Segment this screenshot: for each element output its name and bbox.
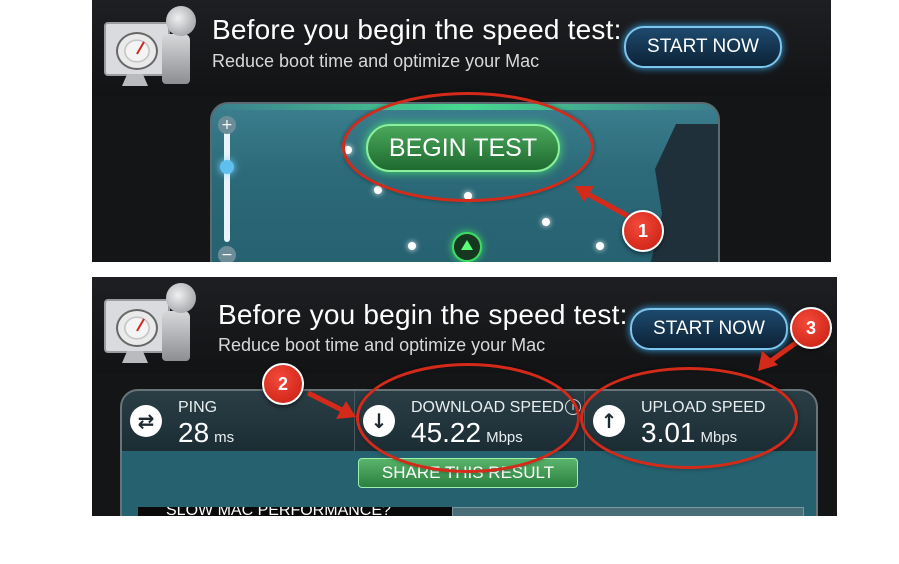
speedtest-panel-top: Before you begin the speed test: Reduce … [92,0,831,262]
speedtest-panel-bottom: Before you begin the speed test: Reduce … [92,277,837,516]
annotation-ring-begin [342,92,594,202]
start-now-button[interactable]: START NOW [624,26,782,68]
mac-robot-illustration [104,283,196,367]
imac-icon [104,22,170,76]
promo-subtitle: Reduce boot time and optimize your Mac [218,335,546,355]
step-badge-3: 3 [790,307,832,349]
promo-subtitle: Reduce boot time and optimize your Mac [212,51,540,71]
promo-title: Before you begin the speed test: [212,14,622,45]
robot-head-icon [166,283,196,313]
ping-label: PING [178,399,218,416]
ping-unit: ms [214,429,235,446]
robot-head-icon [166,6,196,36]
annotation-arrow-2 [306,390,356,419]
zoom-slider[interactable] [224,130,230,242]
ping-value: 28 [178,417,210,448]
zoom-slider-handle[interactable] [220,160,234,174]
step-badge-2: 2 [262,363,304,405]
swap-arrows-icon: ⇄ [130,405,162,437]
promo-banner[interactable]: Before you begin the speed test: Reduce … [92,277,837,373]
server-marker[interactable] [596,242,604,250]
promo-banner[interactable]: Before you begin the speed test: Reduce … [92,0,831,96]
promo-title: Before you begin the speed test: [218,299,628,330]
zoom-out-button[interactable]: − [218,246,236,262]
server-marker[interactable] [374,186,382,194]
ping-value-row: 28 ms [178,417,234,449]
imac-icon [104,299,170,353]
robot-icon [162,34,190,84]
annotation-ring-download [356,363,580,473]
mac-robot-illustration [104,6,196,90]
location-marker-icon[interactable] [452,232,482,262]
annotation-arrow-1 [574,186,630,219]
server-marker[interactable] [542,218,550,226]
server-marker[interactable] [408,242,416,250]
step-badge-1: 1 [622,210,664,252]
zoom-in-button[interactable]: + [218,116,236,134]
annotation-ring-upload [580,367,798,469]
speed-gauge-icon [116,32,158,70]
speed-gauge-icon [116,309,158,347]
right-ad-frame [452,507,804,516]
robot-icon [162,311,190,361]
slow-mac-ad[interactable]: SLOW MAC PERFORMANCE? [138,507,464,516]
